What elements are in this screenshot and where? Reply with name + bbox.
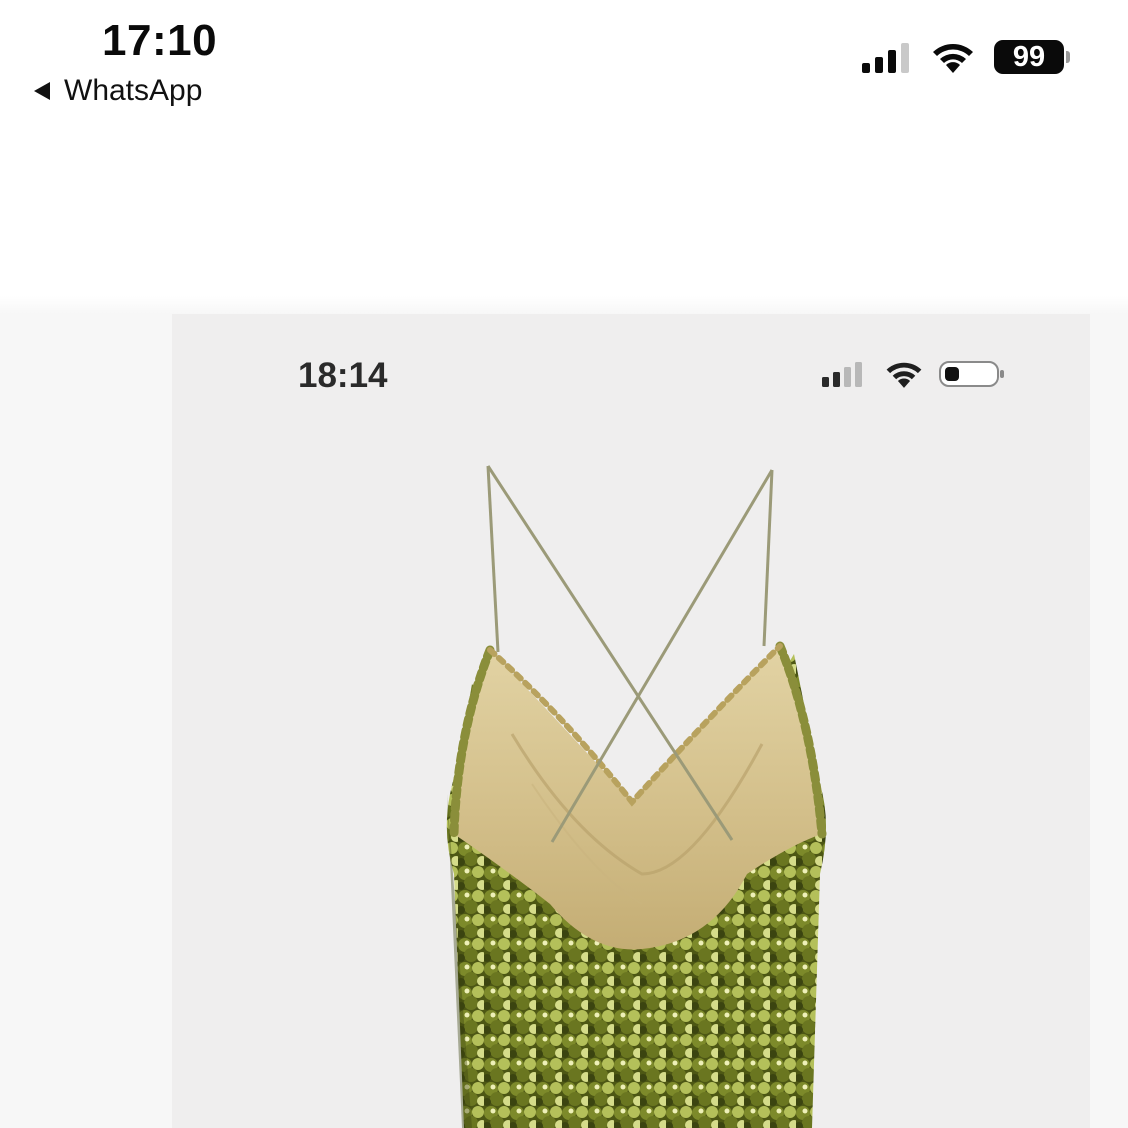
dress-photo: [446, 465, 827, 1128]
inner-screenshot: 18:14: [172, 314, 1090, 1128]
wifi-icon: [933, 44, 973, 73]
system-status-icons: 99: [862, 40, 1070, 74]
shared-image-viewer[interactable]: 18:14: [0, 314, 1128, 1128]
back-to-app-button[interactable]: WhatsApp: [34, 74, 202, 108]
status-time: 17:10: [102, 16, 218, 65]
battery-level: 99: [994, 40, 1064, 74]
cellular-signal-icon: [862, 43, 909, 73]
back-triangle-icon: [34, 82, 50, 100]
status-bar: 17:10 WhatsApp 99: [0, 0, 1128, 130]
battery-icon: 99: [994, 40, 1070, 74]
back-app-label: WhatsApp: [64, 74, 203, 107]
image-top-edge: [0, 296, 1128, 316]
